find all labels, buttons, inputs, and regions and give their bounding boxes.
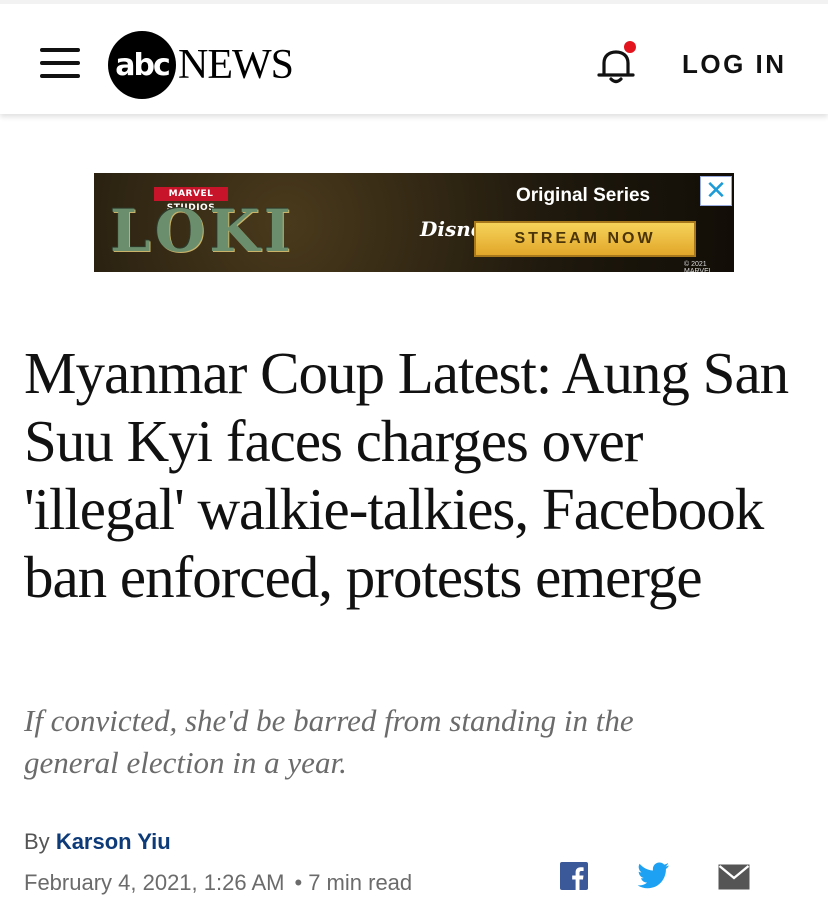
stream-now-button[interactable]: STREAM NOW	[474, 221, 696, 257]
ad-copyright: © 2021 MARVEL	[684, 261, 713, 272]
top-header: abc NEWS LOG IN	[0, 0, 828, 114]
news-logo-text: NEWS	[178, 42, 294, 88]
close-ad-icon[interactable]: ✕	[700, 176, 732, 206]
ad-tagline: Original Series	[516, 185, 651, 206]
meta-separator: •	[294, 870, 303, 895]
byline-prefix: By	[24, 829, 50, 854]
byline: By Karson Yiu	[24, 829, 171, 855]
abc-logo-circle: abc	[108, 31, 176, 99]
notification-dot	[624, 41, 636, 53]
article-meta: February 4, 2021, 1:26 AM • 7 min read	[24, 870, 412, 896]
article-subheadline: If convicted, she'd be barred from stand…	[24, 703, 634, 780]
author-link[interactable]: Karson Yiu	[56, 829, 171, 854]
menu-icon[interactable]	[40, 48, 80, 80]
login-button[interactable]: LOG IN	[682, 49, 787, 80]
article-headline: Myanmar Coup Latest: Aung San Suu Kyi fa…	[24, 340, 789, 610]
abc-news-logo[interactable]: abc NEWS	[108, 30, 294, 100]
publish-date: February 4, 2021, 1:26 AM	[24, 870, 285, 895]
advertisement-banner[interactable]: MARVEL STUDIOS LOKI Disney+ Original Ser…	[94, 173, 734, 272]
read-time: 7 min read	[308, 870, 413, 895]
twitter-icon[interactable]	[638, 862, 670, 890]
facebook-icon[interactable]	[560, 862, 588, 890]
email-icon[interactable]	[718, 864, 750, 890]
loki-logo: LOKI	[110, 197, 295, 265]
